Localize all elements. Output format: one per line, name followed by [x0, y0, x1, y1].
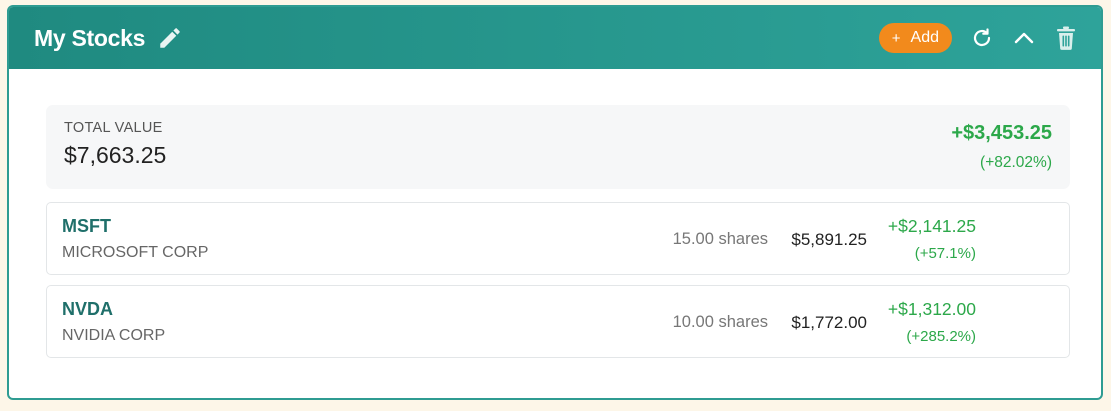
- total-gain-percent: (+82.02%): [980, 154, 1052, 171]
- stock-symbol: MSFT: [62, 216, 111, 236]
- refresh-icon[interactable]: [970, 26, 994, 50]
- stock-gain: +$2,141.25: [887, 216, 976, 236]
- total-gain: +$3,453.25: [951, 122, 1052, 144]
- stock-shares: 15.00 shares: [672, 230, 768, 248]
- stock-symbol: NVDA: [62, 299, 114, 319]
- trash-icon[interactable]: [1054, 25, 1078, 51]
- plus-icon: +: [891, 29, 901, 47]
- stock-gain-percent: (+57.1%): [914, 245, 976, 262]
- widget-title: My Stocks: [34, 24, 146, 51]
- stocks-widget: My Stocks + Add TOTAL VALUE $7,663.25 +$…: [7, 5, 1103, 400]
- header-actions: + Add: [878, 23, 1078, 53]
- stock-value: $5,891.25: [791, 230, 867, 249]
- total-value-label: TOTAL VALUE: [64, 120, 163, 136]
- add-button-label: Add: [910, 29, 939, 46]
- total-right: +$3,453.25 (+82.02%): [951, 120, 1052, 172]
- stock-company: MICROSOFT CORP: [62, 244, 209, 261]
- total-value-panel: TOTAL VALUE $7,663.25 +$3,453.25 (+82.02…: [46, 105, 1070, 189]
- total-left: TOTAL VALUE $7,663.25: [64, 120, 166, 169]
- stock-shares: 10.00 shares: [672, 313, 768, 331]
- stock-gain-percent: (+285.2%): [906, 328, 976, 345]
- add-stock-button[interactable]: + Add: [878, 23, 952, 53]
- stock-company: NVIDIA CORP: [62, 327, 166, 344]
- title-group: My Stocks: [34, 25, 183, 52]
- stock-gain: +$1,312.00: [887, 299, 976, 319]
- stock-row-msft[interactable]: MSFT MICROSOFT CORP 15.00 shares $5,891.…: [46, 202, 1070, 275]
- widget-body: TOTAL VALUE $7,663.25 +$3,453.25 (+82.02…: [9, 69, 1101, 358]
- pencil-icon[interactable]: [157, 25, 183, 51]
- total-value-amount: $7,663.25: [64, 142, 167, 168]
- widget-header: My Stocks + Add: [9, 7, 1101, 69]
- chevron-up-icon[interactable]: [1012, 26, 1036, 50]
- stock-row-nvda[interactable]: NVDA NVIDIA CORP 10.00 shares $1,772.00 …: [46, 285, 1070, 358]
- stock-value: $1,772.00: [791, 313, 867, 332]
